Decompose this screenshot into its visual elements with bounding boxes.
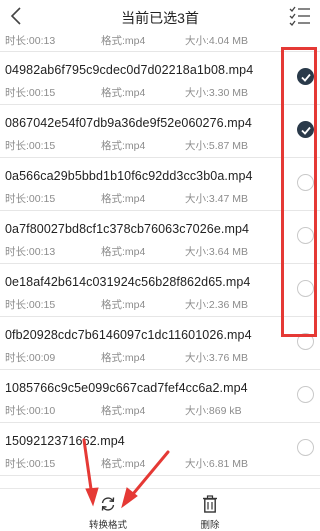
checkbox-checked-icon[interactable] bbox=[297, 68, 314, 85]
file-meta: 时长:00:09 格式:mp4 大小:3.76 MB bbox=[5, 352, 249, 364]
file-list: 时长:00:13 格式:mp4 大小:4.04 MB 04982ab6f795c9c… bbox=[0, 29, 320, 476]
delete-button[interactable]: 删除 bbox=[175, 489, 245, 531]
bottom-toolbar: 转换格式 删除 bbox=[0, 488, 320, 531]
checklist-icon[interactable] bbox=[288, 4, 312, 28]
checkbox-empty-icon[interactable] bbox=[297, 333, 314, 350]
page-title: 当前已选3首 bbox=[121, 10, 199, 26]
list-item[interactable]: 0fb20928cdc7b6146097c1dc11601026.mp4 时长:0… bbox=[0, 317, 320, 370]
checkbox-empty-icon[interactable] bbox=[297, 439, 314, 456]
list-item[interactable]: 04982ab6f795c9cdec0d7d02218a1b08.mp4 时长:0… bbox=[0, 52, 320, 105]
file-name: 1509212371662.mp4 bbox=[5, 434, 125, 448]
checkbox-empty-icon[interactable] bbox=[297, 227, 314, 244]
file-meta: 时长:00:15 格式:mp4 大小:2.36 MB bbox=[5, 299, 249, 311]
file-name: 04982ab6f795c9cdec0d7d02218a1b08.mp4 bbox=[5, 63, 254, 77]
list-item[interactable]: 0867042e54f07db9a36de9f52e060276.mp4 时长:0… bbox=[0, 105, 320, 158]
checkbox-empty-icon[interactable] bbox=[297, 386, 314, 403]
list-item[interactable]: 1509212371662.mp4 时长:00:15 格式:mp4 大小:6.81 M… bbox=[0, 423, 320, 476]
file-meta: 时长:00:15 格式:mp4 大小:3.47 MB bbox=[5, 193, 249, 205]
file-meta: 时长:00:13 格式:mp4 大小:4.04 MB bbox=[5, 35, 249, 47]
file-name: 0fb20928cdc7b6146097c1dc11601026.mp4 bbox=[5, 328, 252, 342]
file-name: 0867042e54f07db9a36de9f52e060276.mp4 bbox=[5, 116, 252, 130]
convert-format-button[interactable]: 转换格式 bbox=[73, 489, 143, 531]
file-name: 0a566ca29b5bbd1b10f6c92dd3cc3b0a.mp4 bbox=[5, 169, 253, 183]
checkbox-empty-icon[interactable] bbox=[297, 174, 314, 191]
file-meta: 时长:00:10 格式:mp4 大小:869 kB bbox=[5, 405, 242, 417]
file-name: 1085766c9c5e099c667cad7fef4cc6a2.mp4 bbox=[5, 381, 248, 395]
delete-label: 删除 bbox=[200, 520, 220, 531]
list-item[interactable]: 0e18af42b614c031924c56b28f862d65.mp4 时长:0… bbox=[0, 264, 320, 317]
convert-format-label: 转换格式 bbox=[88, 520, 127, 531]
file-meta: 时长:00:15 格式:mp4 大小:6.81 MB bbox=[5, 458, 249, 470]
refresh-icon bbox=[101, 497, 115, 511]
file-meta: 时长:00:15 格式:mp4 大小:3.30 MB bbox=[5, 87, 249, 99]
list-item[interactable]: 0a566ca29b5bbd1b10f6c92dd3cc3b0a.mp4 时长:0… bbox=[0, 158, 320, 211]
file-name: 0a7f80027bd8cf1c378cb76063c7026e.mp4 bbox=[5, 222, 250, 236]
list-item-partial: 时长:00:13 格式:mp4 大小:4.04 MB bbox=[0, 29, 320, 52]
trash-icon bbox=[203, 495, 217, 513]
checkbox-empty-icon[interactable] bbox=[297, 280, 314, 297]
checkbox-checked-icon[interactable] bbox=[297, 121, 314, 138]
file-meta: 时长:00:15 格式:mp4 大小:5.87 MB bbox=[5, 140, 249, 152]
list-item[interactable]: 1085766c9c5e099c667cad7fef4cc6a2.mp4 时长:0… bbox=[0, 370, 320, 423]
list-item[interactable]: 0a7f80027bd8cf1c378cb76063c7026e.mp4 时长:0… bbox=[0, 211, 320, 264]
file-meta: 时长:00:13 格式:mp4 大小:3.64 MB bbox=[5, 246, 249, 258]
file-name: 0e18af42b614c031924c56b28f862d65.mp4 bbox=[5, 275, 251, 289]
